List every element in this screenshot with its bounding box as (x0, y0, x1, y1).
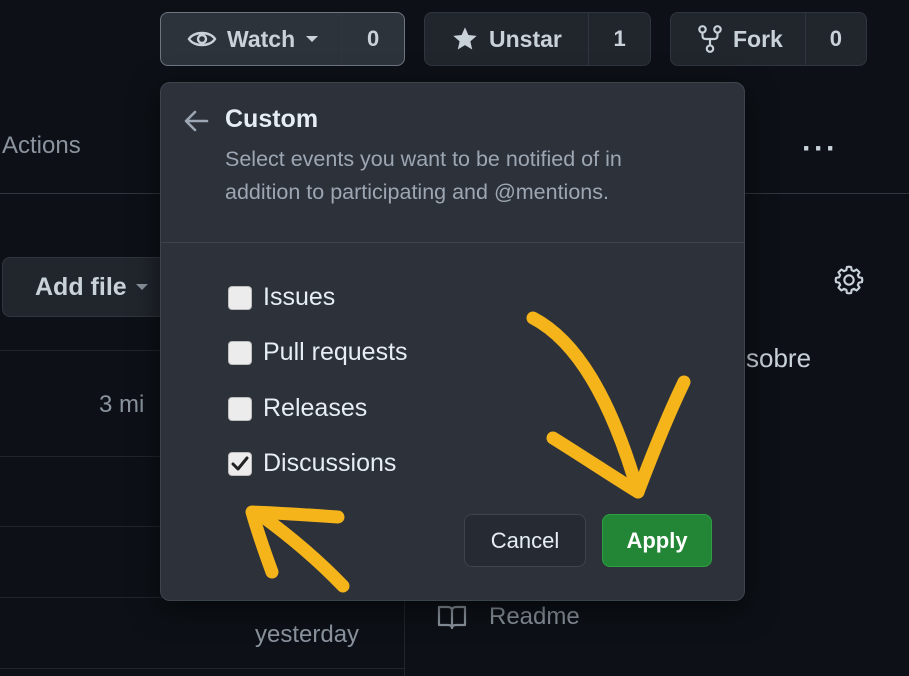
custom-notifications-popover: Custom Select events you want to be noti… (160, 82, 745, 601)
add-file-label: Add file (35, 272, 127, 301)
unstar-button[interactable]: Unstar (425, 13, 588, 65)
issues-checkbox[interactable] (228, 285, 252, 310)
commit-time: 3 mi (99, 391, 145, 418)
file-row-divider (0, 668, 404, 669)
popover-description: Select events you want to be notified of… (225, 147, 622, 204)
add-file-button[interactable]: Add file (2, 257, 182, 317)
apply-button[interactable]: Apply (602, 514, 712, 567)
eye-icon (187, 31, 217, 47)
unstar-label: Unstar (489, 25, 562, 52)
star-button-group[interactable]: Unstar 1 (424, 12, 651, 66)
book-icon (437, 605, 467, 630)
commit-time: yesterday (255, 621, 360, 648)
about-text-fragment: sobre (746, 343, 812, 373)
readme-link[interactable]: Readme (489, 603, 580, 631)
discussions-checkbox[interactable] (228, 451, 252, 476)
option-releases[interactable]: Releases (228, 394, 367, 423)
chevron-down-icon (306, 36, 319, 42)
star-icon (453, 27, 477, 50)
gear-icon[interactable] (833, 264, 865, 296)
tab-actions[interactable]: Actions (2, 132, 81, 160)
popover-title: Custom (225, 105, 319, 133)
star-count[interactable]: 1 (588, 13, 650, 65)
watch-count[interactable]: 0 (341, 13, 404, 65)
fork-count[interactable]: 0 (804, 13, 866, 65)
discussions-label: Discussions (263, 449, 397, 477)
releases-checkbox[interactable] (228, 396, 252, 421)
issues-label: Issues (263, 283, 336, 311)
popover-divider (161, 242, 744, 243)
cancel-button[interactable]: Cancel (464, 514, 586, 567)
checkmark-icon (231, 456, 249, 470)
option-issues[interactable]: Issues (228, 283, 335, 312)
watch-button[interactable]: Watch (161, 13, 341, 65)
option-pull-requests[interactable]: Pull requests (228, 338, 408, 367)
chevron-down-icon (135, 284, 148, 290)
fork-button[interactable]: Fork (671, 13, 805, 65)
fork-icon (698, 25, 722, 53)
content-divider (404, 600, 405, 676)
more-options-icon[interactable]: ··· (802, 132, 838, 166)
pull-requests-label: Pull requests (263, 338, 408, 366)
fork-label: Fork (733, 25, 783, 52)
arrow-left-icon[interactable] (183, 109, 209, 133)
watch-button-group[interactable]: Watch 0 (160, 12, 405, 66)
watch-label: Watch (227, 25, 296, 52)
option-discussions[interactable]: Discussions (228, 449, 396, 478)
pull-requests-checkbox[interactable] (228, 340, 252, 365)
fork-button-group[interactable]: Fork 0 (670, 12, 867, 66)
releases-label: Releases (263, 394, 368, 422)
